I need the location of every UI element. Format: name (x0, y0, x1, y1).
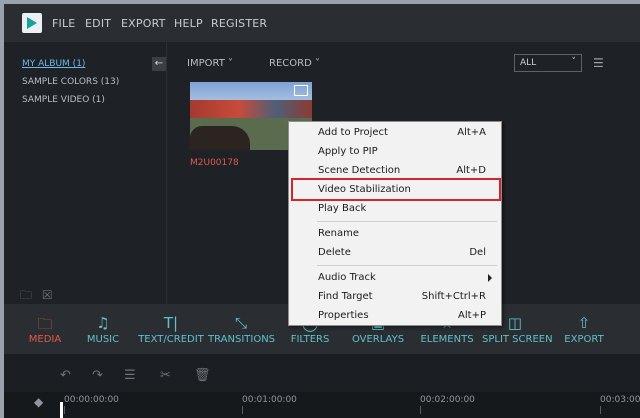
tab-label: MEDIA (28, 334, 62, 345)
list-view-icon[interactable]: ☰ (593, 56, 604, 70)
tab-transitions[interactable]: ⤡ TRANSITIONS (208, 304, 276, 354)
ctx-add-to-project[interactable]: Add to Project Alt+A (289, 124, 501, 142)
album-list: MY ALBUM (1) SAMPLE COLORS (13) SAMPLE V… (4, 42, 167, 304)
folder-icon: 🗀 (37, 315, 53, 333)
filter-value: ALL (520, 58, 537, 68)
tab-label: FILTERS (290, 334, 330, 345)
ctx-rename[interactable]: Rename (289, 225, 501, 243)
tab-label: TRANSITIONS (208, 334, 276, 345)
record-label: RECORD (269, 58, 312, 69)
menu-register[interactable]: REGISTER (211, 17, 267, 30)
transitions-icon: ⤡ (234, 314, 247, 332)
ctx-scene-detection[interactable]: Scene Detection Alt+D (289, 162, 501, 180)
tab-label: OVERLAYS (351, 334, 405, 345)
album-item-my-album[interactable]: MY ALBUM (1) (22, 59, 85, 69)
chevron-down-icon: ˅ (314, 58, 320, 69)
tab-label: ELEMENTS (420, 334, 474, 345)
import-button[interactable]: IMPORT ˅ (187, 58, 233, 69)
video-badge-icon (294, 85, 308, 96)
ctx-audio-track[interactable]: Audio Track (289, 269, 501, 287)
undo-icon[interactable]: ↶ (60, 368, 71, 383)
menu-bar: FILE EDIT EXPORT HELP REGISTER (4, 4, 640, 42)
ctx-play-back[interactable]: Play Back (289, 200, 501, 218)
ctx-properties[interactable]: Properties Alt+P (289, 307, 501, 325)
menu-file[interactable]: FILE (52, 17, 75, 30)
timecode: 00:01:00:00 (242, 395, 297, 405)
ctx-find-target[interactable]: Find Target Shift+Ctrl+R (289, 288, 501, 306)
album-item-sample-video[interactable]: SAMPLE VIDEO (1) (22, 95, 105, 105)
timecode: 00:00:00:00 (64, 395, 119, 405)
tab-label: SPLIT SCREEN (482, 334, 553, 345)
add-folder-icon[interactable]: 🗀 (20, 288, 32, 302)
timeline-ruler[interactable]: ◆ 00:00:00:00 00:01:00:00 00:02:00:00 00… (4, 392, 640, 418)
collapse-arrow-icon[interactable]: ← (152, 57, 166, 71)
menu-edit[interactable]: EDIT (85, 17, 111, 30)
menu-export[interactable]: EXPORT (121, 17, 166, 30)
media-filter-select[interactable]: ALL ˅ (514, 54, 582, 72)
snap-icon[interactable]: ◆ (34, 395, 43, 409)
tab-music[interactable]: ♫ MUSIC (82, 304, 124, 354)
submenu-arrow-icon (488, 274, 492, 282)
context-menu: Add to Project Alt+A Apply to PIP Scene … (288, 121, 502, 326)
cut-icon[interactable]: ✂ (160, 368, 171, 383)
menu-help[interactable]: HELP (174, 17, 203, 30)
timeline-panel: ↶ ↷ ☰ ✂ 🗑 ◆ 00:00:00:00 00:01:00:00 00:0… (4, 354, 640, 418)
timecode: 00:02:00:00 (420, 395, 475, 405)
text-icon: T| (163, 314, 179, 332)
trash-icon[interactable]: 🗑 (194, 368, 211, 383)
playhead[interactable] (60, 402, 63, 418)
album-item-sample-colors[interactable]: SAMPLE COLORS (13) (22, 77, 119, 87)
ctx-video-stabilization[interactable]: Video Stabilization (289, 181, 501, 199)
chevron-down-icon: ˅ (228, 58, 233, 69)
music-note-icon: ♫ (96, 314, 110, 332)
timecode: 00:03:00 (600, 395, 640, 405)
tab-label: EXPORT (564, 334, 604, 345)
tab-text-credit[interactable]: T| TEXT/CREDIT (138, 304, 204, 354)
chevron-down-icon: ˅ (571, 57, 577, 67)
tab-label: MUSIC (86, 334, 120, 345)
delete-folder-icon[interactable]: ☒ (42, 288, 53, 302)
media-item-name: M2U00178 (190, 158, 239, 168)
tab-label: TEXT/CREDIT (138, 334, 204, 345)
tab-media[interactable]: 🗀 MEDIA (22, 304, 68, 354)
app-logo-icon (22, 13, 42, 33)
import-label: IMPORT (187, 58, 225, 69)
tab-export[interactable]: ⇧ EXPORT (562, 304, 606, 354)
menu-separator (317, 221, 497, 222)
redo-icon[interactable]: ↷ (92, 368, 103, 383)
ctx-apply-to-pip[interactable]: Apply to PIP (289, 143, 501, 161)
adjust-icon[interactable]: ☰ (124, 368, 136, 383)
export-icon: ⇧ (577, 314, 591, 332)
ctx-delete[interactable]: Delete Del (289, 244, 501, 262)
menu-separator (317, 265, 497, 266)
record-button[interactable]: RECORD ˅ (269, 58, 320, 69)
